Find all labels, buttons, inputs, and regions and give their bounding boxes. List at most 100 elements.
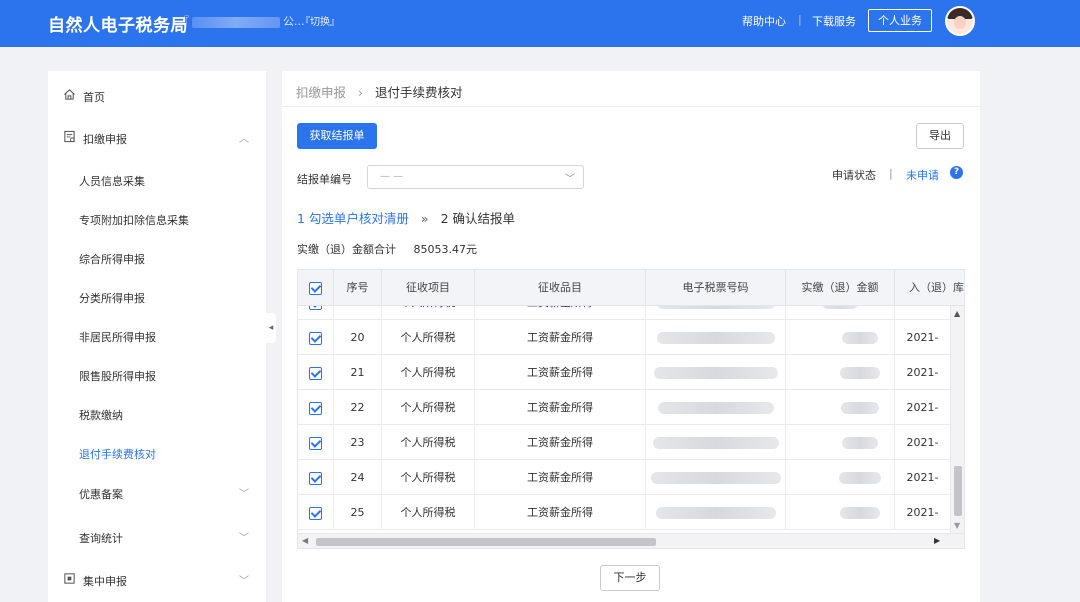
sidebar-item-preferential-filing[interactable]: 优惠备案 ﹀ bbox=[48, 483, 266, 503]
sidebar-collapse-toggle[interactable]: ◂ bbox=[266, 313, 276, 343]
export-button[interactable]: 导出 bbox=[916, 123, 964, 149]
row-checkbox-cell[interactable] bbox=[298, 460, 334, 495]
cell-date: 2021- bbox=[906, 331, 939, 344]
sidebar-item-label: 优惠备案 bbox=[79, 488, 123, 501]
sidebar-item-nonresident-income[interactable]: 非居民所得申报 bbox=[48, 326, 266, 346]
switch-org-link[interactable]: 『切换』 bbox=[300, 13, 340, 28]
cell-item: 个人所得税 bbox=[382, 390, 475, 425]
row-checkbox[interactable] bbox=[309, 366, 322, 380]
sidebar-item-label: 综合所得申报 bbox=[79, 253, 145, 266]
next-step-button[interactable]: 下一步 bbox=[600, 565, 660, 591]
org-name: 『公... bbox=[178, 15, 305, 28]
row-checkbox[interactable] bbox=[309, 471, 322, 485]
chevron-down-icon: ﹀ bbox=[239, 576, 249, 587]
redacted-value bbox=[655, 507, 776, 519]
help-icon[interactable]: ? bbox=[950, 166, 963, 179]
row-checkbox[interactable] bbox=[309, 401, 322, 415]
sidebar-item-label: 专项附加扣除信息采集 bbox=[79, 214, 189, 227]
table-row[interactable]: 25 个人所得税 工资薪金所得 2021- bbox=[298, 495, 950, 530]
cell-amount bbox=[786, 390, 895, 425]
sidebar-item-classified-income[interactable]: 分类所得申报 bbox=[48, 287, 266, 307]
row-checkbox[interactable] bbox=[309, 436, 322, 450]
scroll-right-icon[interactable]: ▶ bbox=[934, 536, 940, 545]
doc-icon bbox=[64, 130, 75, 143]
horizontal-scrollbar[interactable]: ◀ ▶ bbox=[298, 533, 964, 548]
sidebar-item-tax-payment[interactable]: 税款缴纳 bbox=[48, 404, 266, 424]
sidebar-item-label: 限售股所得申报 bbox=[79, 370, 156, 383]
cell-date: 2021- bbox=[906, 506, 939, 519]
cell-category: 工资薪金所得 bbox=[475, 495, 646, 530]
col-header-item: 征收项目 bbox=[382, 270, 475, 306]
select-all-checkbox-cell[interactable] bbox=[298, 270, 334, 306]
sidebar-item-special-deduction[interactable]: 专项附加扣除信息采集 bbox=[48, 209, 266, 229]
cell-no: 20 bbox=[334, 320, 382, 355]
cell-item: 个人所得税 bbox=[382, 460, 475, 495]
row-checkbox-cell[interactable] bbox=[298, 390, 334, 425]
row-checkbox-cell[interactable] bbox=[298, 355, 334, 390]
redacted-value bbox=[657, 402, 774, 414]
table-row[interactable]: 24 个人所得税 工资薪金所得 2021- bbox=[298, 460, 950, 495]
cell-amount bbox=[786, 306, 895, 320]
row-checkbox-cell[interactable] bbox=[298, 320, 334, 355]
select-value: — — bbox=[380, 171, 404, 182]
statement-number-select[interactable]: — — ﹀ bbox=[367, 165, 584, 189]
horizontal-scroll-thumb[interactable] bbox=[316, 538, 656, 546]
status-separator: | bbox=[889, 167, 893, 180]
row-checkbox[interactable] bbox=[309, 331, 322, 345]
amount-summary-label: 实缴（退）金额合计 bbox=[297, 243, 396, 256]
redacted-org-name bbox=[192, 16, 280, 28]
cell-item: 个人所得税 bbox=[382, 495, 475, 530]
cell-amount bbox=[786, 495, 895, 530]
cell-item: 个人所得税 bbox=[382, 355, 475, 390]
sidebar-item-withholding[interactable]: 扣缴申报 ︿ bbox=[48, 128, 266, 148]
cell-item: 个人所得税 bbox=[382, 320, 475, 355]
personal-business-button[interactable]: 个人业务 bbox=[868, 9, 932, 32]
sidebar-item-query-stats[interactable]: 查询统计 ﹀ bbox=[48, 527, 266, 547]
cell-ticket-no bbox=[646, 460, 786, 495]
select-all-checkbox[interactable] bbox=[309, 281, 322, 295]
sidebar-item-restricted-stock[interactable]: 限售股所得申报 bbox=[48, 365, 266, 385]
vertical-scrollbar[interactable]: ▲ ▼ bbox=[950, 306, 964, 533]
sidebar-item-fee-refund-check[interactable]: 退付手续费核对 bbox=[48, 443, 266, 463]
download-service-link[interactable]: 下载服务 bbox=[812, 13, 856, 29]
sidebar-item-label: 税款缴纳 bbox=[79, 409, 123, 422]
sidebar-item-home[interactable]: 首页 bbox=[48, 86, 266, 106]
sidebar-item-centralized-filing[interactable]: 集中申报 ﹀ bbox=[48, 570, 266, 590]
scroll-down-icon[interactable]: ▼ bbox=[954, 521, 960, 530]
row-checkbox-cell[interactable] bbox=[298, 425, 334, 460]
row-checkbox[interactable] bbox=[309, 506, 322, 520]
table-row[interactable]: 个人所得税 工资薪金所得 bbox=[298, 306, 950, 320]
sidebar-item-comprehensive-income[interactable]: 综合所得申报 bbox=[48, 248, 266, 268]
row-checkbox[interactable] bbox=[309, 306, 322, 310]
scroll-up-icon[interactable]: ▲ bbox=[954, 309, 960, 318]
step-2: 2 确认结报单 bbox=[440, 211, 515, 226]
avatar[interactable] bbox=[945, 6, 975, 36]
vertical-scroll-thumb[interactable] bbox=[954, 466, 962, 516]
breadcrumb-parent[interactable]: 扣缴申报 bbox=[296, 85, 346, 100]
cell-ticket-no bbox=[646, 320, 786, 355]
sidebar-item-label: 首页 bbox=[83, 91, 105, 104]
table-row[interactable]: 22 个人所得税 工资薪金所得 2021- bbox=[298, 390, 950, 425]
step-1[interactable]: 1 勾选单户核对清册 bbox=[297, 211, 409, 226]
redacted-value bbox=[840, 507, 880, 519]
fetch-statement-button[interactable]: 获取结报单 bbox=[297, 123, 377, 149]
amount-summary: 实缴（退）金额合计 85053.47元 bbox=[297, 241, 477, 257]
sidebar-item-personnel-info[interactable]: 人员信息采集 bbox=[48, 170, 266, 190]
table-row[interactable]: 21 个人所得税 工资薪金所得 2021- bbox=[298, 355, 950, 390]
cell-amount bbox=[786, 460, 895, 495]
redacted-value bbox=[842, 437, 878, 449]
home-icon bbox=[64, 89, 75, 100]
chevron-down-icon: ﹀ bbox=[239, 533, 249, 544]
table-row[interactable]: 20 个人所得税 工资薪金所得 2021- bbox=[298, 320, 950, 355]
row-checkbox-cell[interactable] bbox=[298, 306, 334, 320]
col-header-no: 序号 bbox=[334, 270, 382, 306]
col-header-ticket-no: 电子税票号码 bbox=[646, 270, 786, 306]
cell-amount bbox=[786, 320, 895, 355]
scroll-left-icon[interactable]: ◀ bbox=[302, 536, 308, 545]
row-checkbox-cell[interactable] bbox=[298, 495, 334, 530]
step-arrow-icon: » bbox=[420, 211, 429, 226]
help-center-link[interactable]: 帮助中心 bbox=[742, 13, 786, 29]
chevron-down-icon: ﹀ bbox=[239, 489, 249, 500]
cell-no: 25 bbox=[334, 495, 382, 530]
table-row[interactable]: 23 个人所得税 工资薪金所得 2021- bbox=[298, 425, 950, 460]
